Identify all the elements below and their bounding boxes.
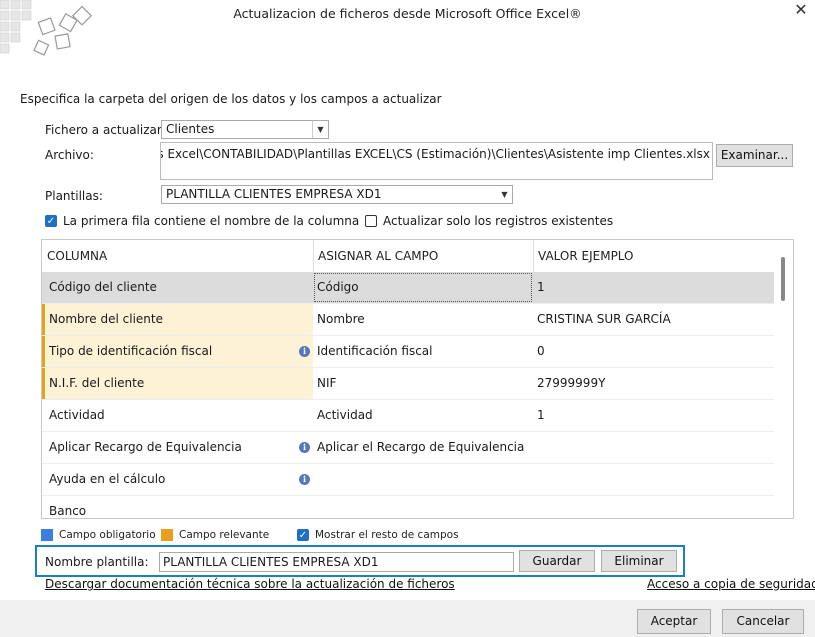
chevron-down-icon: ▼ — [501, 190, 508, 199]
table-row[interactable]: Nombre del cliente Nombre CRISTINA SUR GAR… — [42, 304, 775, 336]
mostrar-label: Mostrar el resto de campos — [315, 529, 459, 541]
template-label: Nombre plantilla: — [45, 555, 149, 569]
examinar-button[interactable]: Examinar... — [716, 144, 793, 167]
cell-columna: Nombre del cliente — [42, 304, 313, 335]
template-name-input[interactable]: PLANTILLA CLIENTES EMPRESA XD1 — [159, 552, 514, 572]
cell-asignar[interactable]: Código — [313, 272, 533, 303]
backup-link[interactable]: Acceso a copia de seguridad — [647, 577, 815, 591]
cell-asignar[interactable]: Actividad — [313, 400, 533, 431]
cell-valor: 1 — [537, 408, 545, 422]
documentation-link[interactable]: Descargar documentación técnica sobre la… — [45, 577, 455, 591]
cell-columna: Tipo de identificación fiscal — [42, 336, 313, 367]
solo-existentes-label: Actualizar solo los registros existentes — [383, 214, 614, 228]
guardar-button[interactable]: Guardar — [519, 550, 595, 572]
plantillas-label: Plantillas: — [45, 189, 103, 203]
obligatorio-swatch — [41, 529, 53, 541]
cell-asignar[interactable]: Aplicar el Recargo de Equivalencia — [313, 432, 533, 463]
table-row[interactable]: N.I.F. del cliente NIF 27999999Y — [42, 368, 775, 400]
fichero-select[interactable]: Clientes ▼ — [161, 120, 329, 139]
table-row[interactable]: Ayuda en el cálculo i — [42, 464, 775, 496]
header-valor[interactable]: VALOR EJEMPLO — [533, 240, 775, 272]
cell-columna: Código del cliente — [49, 280, 157, 294]
info-icon[interactable]: i — [299, 474, 310, 485]
cell-columna: Aplicar Recargo de Equivalencia — [49, 440, 242, 454]
cell-asignar[interactable]: Identificación fiscal — [313, 336, 533, 367]
cell-asignar[interactable]: Nombre — [313, 304, 533, 335]
table-row[interactable]: Código del cliente Código 1 — [42, 272, 775, 304]
table-row[interactable]: Banco — [42, 496, 775, 518]
table-row[interactable]: Aplicar Recargo de Equivalencia i Aplicar … — [42, 432, 775, 464]
archivo-field[interactable]: à Privada\Plantillas Excel\CONTABILIDAD\… — [160, 142, 713, 180]
cancel-button[interactable]: Cancelar — [722, 609, 804, 634]
info-icon[interactable]: i — [299, 442, 310, 453]
fields-grid: COLUMNA ASIGNAR AL CAMPO VALOR EJEMPLO C… — [41, 239, 794, 519]
instruction-text: Especifica la carpeta del origen de los … — [20, 92, 442, 106]
chevron-down-icon: ▼ — [312, 121, 328, 138]
cell-asignar[interactable]: NIF — [313, 368, 533, 399]
fichero-label: Fichero a actualizar: — [45, 123, 166, 137]
cell-valor — [533, 432, 775, 463]
window-title: Actualizacion de ficheros desde Microsof… — [233, 6, 582, 21]
plantillas-select[interactable]: PLANTILLA CLIENTES EMPRESA XD1 ▼ — [161, 185, 513, 204]
cell-columna: Ayuda en el cálculo — [49, 472, 166, 486]
cell-columna: Banco — [49, 504, 87, 518]
obligatorio-label: Campo obligatorio — [59, 529, 156, 541]
header-asignar[interactable]: ASIGNAR AL CAMPO — [313, 240, 533, 272]
cell-valor — [533, 464, 775, 495]
grid-header: COLUMNA ASIGNAR AL CAMPO VALOR EJEMPLO — [42, 240, 775, 273]
info-icon[interactable]: i — [299, 346, 310, 357]
accept-button[interactable]: Aceptar — [637, 609, 711, 634]
mostrar-checkbox[interactable]: ✓ — [297, 529, 309, 541]
header-columna[interactable]: COLUMNA — [42, 240, 313, 272]
scrollbar-thumb[interactable] — [781, 257, 785, 301]
cell-columna: Actividad — [49, 408, 105, 422]
solo-existentes-checkbox[interactable] — [365, 215, 377, 227]
cell-asignar[interactable] — [313, 464, 533, 495]
cell-valor: 1 — [537, 280, 545, 294]
cell-columna: N.I.F. del cliente — [42, 368, 313, 399]
cell-asignar[interactable] — [313, 496, 533, 518]
fichero-value: Clientes — [166, 122, 215, 136]
table-row[interactable]: Actividad Actividad 1 — [42, 400, 775, 432]
eliminar-button[interactable]: Eliminar — [601, 550, 677, 572]
close-icon[interactable]: ✕ — [788, 0, 814, 22]
archivo-path: à Privada\Plantillas Excel\CONTABILIDAD\… — [161, 147, 710, 161]
cell-valor: 0 — [537, 344, 545, 358]
primera-fila-checkbox[interactable]: ✓ — [45, 215, 57, 227]
archivo-label: Archivo: — [45, 148, 94, 162]
cell-valor — [533, 496, 775, 518]
relevante-swatch — [161, 529, 173, 541]
primera-fila-label: La primera fila contiene el nombre de la… — [63, 214, 360, 228]
cell-valor: CRISTINA SUR GARCÍA — [537, 312, 671, 326]
cell-valor: 27999999Y — [537, 376, 606, 390]
table-row[interactable]: Tipo de identificación fiscal i Identifica… — [42, 336, 775, 368]
relevante-label: Campo relevante — [179, 529, 270, 541]
plantillas-value: PLANTILLA CLIENTES EMPRESA XD1 — [166, 187, 382, 201]
